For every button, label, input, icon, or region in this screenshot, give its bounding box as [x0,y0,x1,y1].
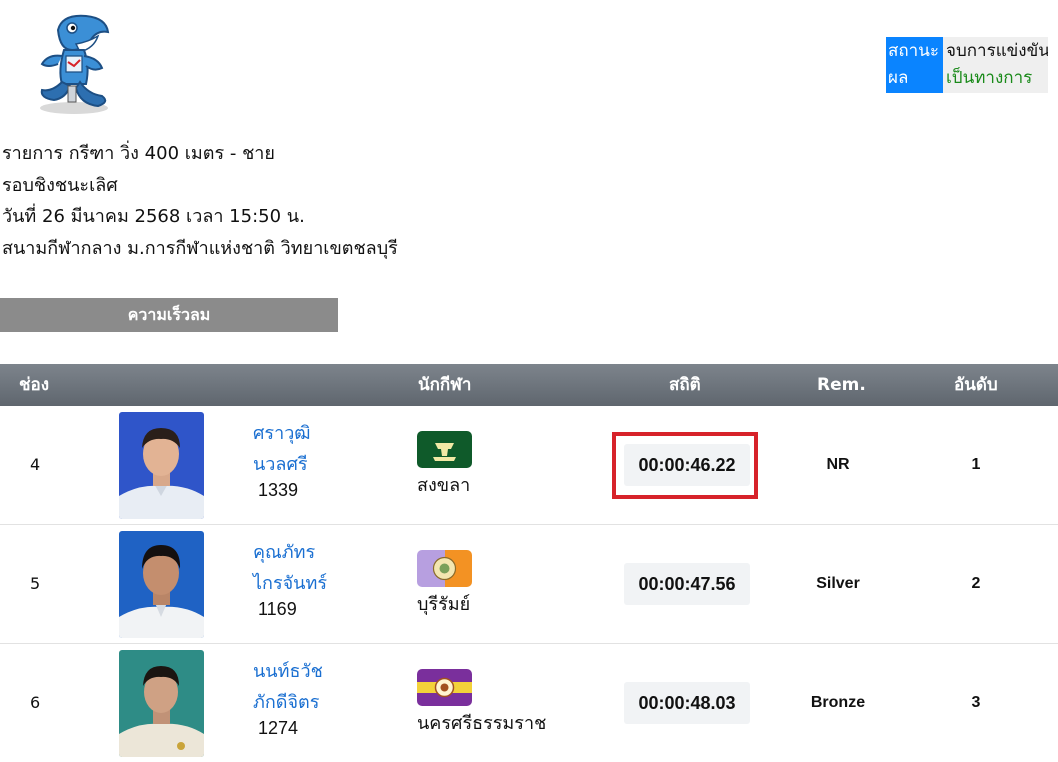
rank: 1 [971,456,981,473]
header-stat: สถิติ [669,375,701,395]
header-rank: อันดับ [954,375,998,395]
event-venue: สนามกีฬากลาง ม.การกีฬาแห่งชาติ วิทยาเขตช… [2,237,398,259]
header-rem: Rem. [817,375,866,395]
results-table: ช่อง นักกีฬา สถิติ Rem. อันดับ 4 ศราวุฒิ… [0,364,1058,762]
header-athlete: นักกีฬา [418,375,472,395]
event-datetime: วันที่ 26 มีนาคม 2568 เวลา 15:50 น. [2,206,305,227]
athlete-first-name-link[interactable]: นนท์ธวัช [253,656,323,687]
record-highlight-box [612,432,758,499]
event-title: รายการ กรีฑา วิ่ง 400 เมตร - ชาย [2,143,275,164]
status-value: จบการแข่งขัน เป็นทางการ [943,37,1048,93]
songkhla-emblem-icon [417,431,472,468]
result-time: 00:00:48.03 [624,682,750,724]
rank: 2 [971,575,981,592]
athlete-name[interactable]: นนท์ธวัช ภักดีจิตร [253,656,323,718]
athlete-name[interactable]: ศราวุฒิ นวลศรี [253,418,311,480]
athlete-bib: 1274 [258,718,299,738]
remark: NR [826,456,850,473]
athlete-last-name-link[interactable]: นวลศรี [253,449,311,480]
table-header: ช่อง นักกีฬา สถิติ Rem. อันดับ [0,364,1058,406]
athlete-first-name-link[interactable]: คุณภัทร [253,537,327,568]
team-name: นครศรีธรรมราช [417,713,547,734]
remark: Bronze [810,694,866,711]
athlete-photo [119,412,204,519]
header-lane: ช่อง [19,375,50,395]
athlete-first-name-link[interactable]: ศราวุฒิ [253,418,311,449]
nakhon-si-thammarat-emblem-icon [417,669,472,706]
athlete-name[interactable]: คุณภัทร ไกรจันทร์ [253,537,327,599]
lane-number: 4 [30,455,41,474]
result-status-box: สถานะผล จบการแข่งขัน เป็นทางการ [886,37,1048,93]
rank: 3 [971,694,981,711]
table-row: 5 คุณภัทร ไกรจันทร์ 1169 บุรีรัมย์ 00:00… [0,525,1058,644]
status-label: สถานะผล [886,37,943,93]
athlete-photo [119,650,204,757]
result-time: 00:00:47.56 [624,563,750,605]
table-row: 6 นนท์ธวัช ภักดีจิตร 1274 นครศรีธรรมราช … [0,644,1058,762]
status-finished: จบการแข่งขัน [946,41,1048,61]
table-row: 4 ศราวุฒิ นวลศรี 1339 สงขลา 00:00:46.22 … [0,406,1058,525]
event-info: รายการ กรีฑา วิ่ง 400 เมตร - ชาย รอบชิงช… [2,138,398,264]
event-round: รอบชิงชนะเลิศ [2,174,118,196]
lane-number: 5 [30,574,41,593]
athlete-photo [119,531,204,638]
athlete-last-name-link[interactable]: ภักดีจิตร [253,687,323,718]
remark: Silver [816,575,860,592]
lane-number: 6 [30,693,41,712]
athlete-bib: 1169 [258,599,297,619]
status-official: เป็นทางการ [946,68,1033,88]
athlete-bib: 1339 [258,480,299,500]
wind-speed-button[interactable]: ความเร็วลม [0,298,338,332]
team-name: สงขลา [417,475,471,496]
dolphin-mascot-logo [28,10,116,116]
athlete-last-name-link[interactable]: ไกรจันทร์ [253,568,327,599]
buriram-emblem-icon [417,550,472,587]
team-name: บุรีรัมย์ [417,594,471,615]
